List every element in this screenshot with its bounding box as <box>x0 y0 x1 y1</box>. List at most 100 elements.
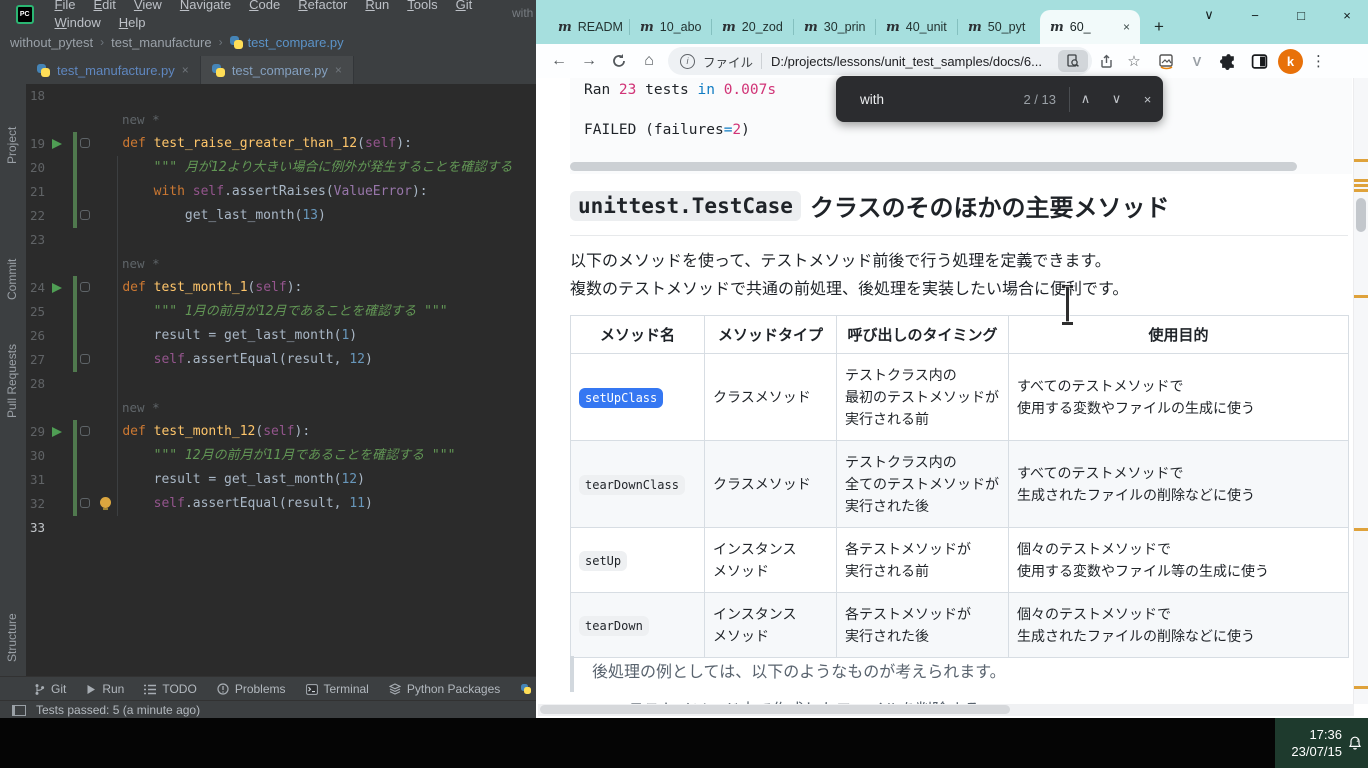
toolbar-button-python-packages[interactable]: Python Packages <box>389 682 500 696</box>
code-line-24: 24 def test_month_1(self): <box>26 276 536 300</box>
page-vertical-scrollbar[interactable] <box>1353 78 1368 704</box>
clipped-list-item: テストメソッド内で作成したファイルを削除する <box>628 696 980 704</box>
toolbar-button-terminal[interactable]: Terminal <box>306 682 369 696</box>
menu-item-refactor[interactable]: Refactor <box>289 0 356 12</box>
extensions-puzzle-icon[interactable] <box>1215 53 1241 70</box>
extension-screenshot-icon[interactable] <box>1153 53 1179 70</box>
git-icon <box>34 683 45 696</box>
find-query[interactable]: with <box>860 92 1023 107</box>
share-icon[interactable] <box>1092 54 1120 69</box>
profile-avatar[interactable]: k <box>1278 49 1303 74</box>
close-icon[interactable]: × <box>182 63 189 77</box>
fold-icon[interactable] <box>80 282 90 292</box>
code-editor[interactable]: 18new *19 def test_raise_greater_than_12… <box>26 84 536 676</box>
browser-tab-readm[interactable]: mREADM <box>548 10 630 44</box>
find-close-icon[interactable]: × <box>1132 92 1163 107</box>
browser-tab-50_pyt[interactable]: m50_pyt <box>958 10 1040 44</box>
breadcrumb-item-project[interactable]: without_pytest <box>10 35 93 50</box>
toolbar-button-python-console[interactable]: Python Console <box>520 682 536 696</box>
stripe-item-structure[interactable]: Structure <box>5 613 19 662</box>
editor-tab-test_manufacture-py[interactable]: test_manufacture.py× <box>26 56 201 84</box>
menu-item-navigate[interactable]: Navigate <box>171 0 240 12</box>
run-test-icon[interactable] <box>52 283 62 293</box>
back-icon[interactable]: ← <box>544 52 574 70</box>
purpose-cell: すべてのテストメソッドで 生成されたファイルの削除などに使う <box>1009 441 1349 528</box>
browser-menu-icon[interactable]: ⋮ <box>1311 52 1326 70</box>
layout-icon[interactable] <box>12 705 26 716</box>
find-match-marker <box>1354 184 1368 187</box>
stripe-item-project[interactable]: Project <box>5 127 19 164</box>
stripe-item-pull-requests[interactable]: Pull Requests <box>5 344 19 418</box>
side-panel-icon[interactable] <box>1246 53 1272 70</box>
vimium-icon[interactable]: V <box>1184 54 1210 69</box>
hscroll-thumb[interactable] <box>540 705 1010 714</box>
fold-icon[interactable] <box>80 210 90 220</box>
toolbar-button-todo[interactable]: TODO <box>144 682 196 696</box>
fold-icon[interactable] <box>80 426 90 436</box>
new-tab-button[interactable]: + <box>1140 10 1178 44</box>
menu-item-edit[interactable]: Edit <box>84 0 124 12</box>
fold-icon[interactable] <box>80 498 90 508</box>
menu-item-git[interactable]: Git <box>447 0 482 12</box>
fold-icon[interactable] <box>80 354 90 364</box>
tab-close-icon[interactable]: × <box>1123 20 1130 34</box>
menu-item-window[interactable]: Window <box>46 15 110 30</box>
codeblock-hscroll-thumb[interactable] <box>570 162 1297 171</box>
stripe-item-commit[interactable]: Commit <box>5 259 19 300</box>
find-bar: with 2 / 13 ∧ ∨ × <box>836 76 1163 122</box>
vcs-change-bar <box>73 348 77 372</box>
run-test-icon[interactable] <box>52 139 62 149</box>
fold-icon[interactable] <box>80 138 90 148</box>
find-in-page-indicator-icon[interactable] <box>1058 50 1088 72</box>
find-match-marker <box>1354 686 1368 689</box>
browser-tab-10_abo[interactable]: m10_abo <box>630 10 712 44</box>
code-line-21: 21 with self.assertRaises(ValueError): <box>26 180 536 204</box>
url-scheme-label: ファイル <box>703 52 753 71</box>
page-info-icon[interactable]: i <box>680 54 695 69</box>
code-text: def test_month_1(self): <box>91 276 302 300</box>
method-name-chip[interactable]: tearDownClass <box>579 475 685 495</box>
menu-item-tools[interactable]: Tools <box>398 0 446 12</box>
url-text[interactable]: D:/projects/lessons/unit_test_samples/do… <box>771 54 1058 69</box>
browser-tab-30_prin[interactable]: m30_prin <box>794 10 876 44</box>
method-name-chip[interactable]: setUp <box>579 551 627 571</box>
editor-tab-test_compare-py[interactable]: test_compare.py× <box>201 56 354 84</box>
find-previous-icon[interactable]: ∧ <box>1070 91 1101 107</box>
menu-item-view[interactable]: View <box>125 0 171 12</box>
toolbar-button-run[interactable]: Run <box>86 682 124 696</box>
method-name-chip[interactable]: setUpClass <box>579 388 663 408</box>
run-test-icon[interactable] <box>52 427 62 437</box>
breadcrumb-item-package[interactable]: test_manufacture <box>111 35 211 50</box>
toolbar-button-problems[interactable]: Problems <box>217 682 286 696</box>
home-icon[interactable]: ⌂ <box>634 52 664 70</box>
window-control-maximize[interactable]: □ <box>1292 4 1310 26</box>
menu-item-help[interactable]: Help <box>110 15 155 30</box>
window-control-close[interactable]: × <box>1338 4 1356 26</box>
toolbar-button-git[interactable]: Git <box>34 682 66 696</box>
breadcrumb-item-file[interactable]: test_compare.py <box>230 35 344 50</box>
find-next-icon[interactable]: ∨ <box>1101 91 1132 107</box>
menu-item-run[interactable]: Run <box>356 0 398 12</box>
menu-item-file[interactable]: File <box>46 0 85 12</box>
bookmark-star-icon[interactable]: ☆ <box>1120 52 1148 70</box>
close-icon[interactable]: × <box>335 63 342 77</box>
taskbar-clock[interactable]: 17:36 23/07/15 z <box>1275 718 1368 768</box>
code-line: new * <box>26 252 536 276</box>
window-control-tab-search[interactable]: ∨ <box>1200 4 1218 26</box>
code-line-23: 23 <box>26 228 536 252</box>
code-line: new * <box>26 108 536 132</box>
page-horizontal-scrollbar[interactable] <box>538 704 1354 716</box>
browser-tab-60_[interactable]: m60_× <box>1040 10 1140 44</box>
reload-icon[interactable] <box>604 53 634 69</box>
browser-tab-40_unit[interactable]: m40_unit <box>876 10 958 44</box>
vscroll-thumb[interactable] <box>1356 198 1366 232</box>
notification-bell-icon[interactable]: z <box>1347 735 1363 751</box>
menu-item-code[interactable]: Code <box>240 0 289 12</box>
markdown-file-icon: m <box>1050 20 1064 35</box>
address-bar[interactable]: i ファイル D:/projects/lessons/unit_test_sam… <box>668 47 1092 75</box>
window-control-minimize[interactable]: − <box>1246 4 1264 26</box>
inlay-hint: new * <box>122 252 160 276</box>
browser-tab-20_zod[interactable]: m20_zod <box>712 10 794 44</box>
method-name-chip[interactable]: tearDown <box>579 616 649 636</box>
forward-icon[interactable]: → <box>574 52 604 70</box>
